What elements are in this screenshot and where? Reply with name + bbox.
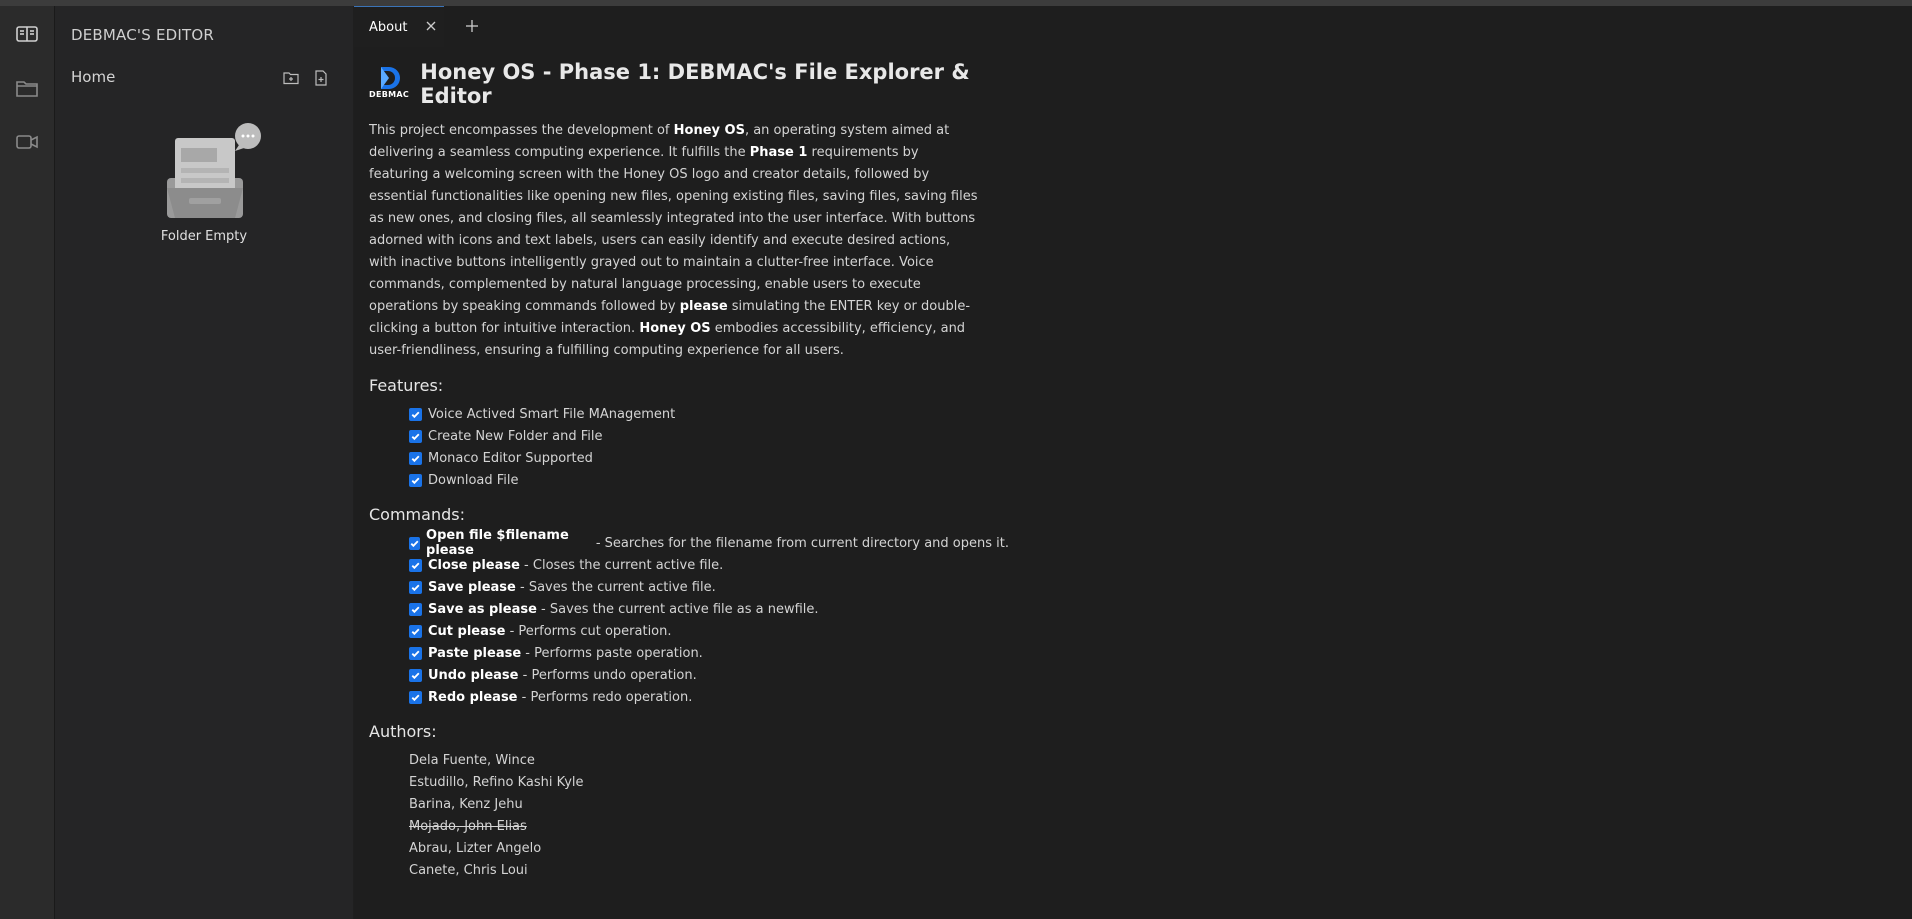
feature-item: Voice Actived Smart File MAnagement xyxy=(409,403,1009,425)
command-description: - Performs redo operation. xyxy=(517,689,693,705)
author-name: Mojado, John Elias xyxy=(409,818,527,834)
new-file-icon[interactable] xyxy=(311,68,331,88)
home-breadcrumb[interactable]: Home xyxy=(71,68,115,86)
debmac-logo: DEBMAC xyxy=(369,66,410,102)
command-description: - Saves the current active file. xyxy=(515,579,716,595)
book-icon[interactable] xyxy=(13,20,41,48)
command-phrase: Close please xyxy=(428,557,520,573)
about-content: DEBMAC Honey OS - Phase 1: DEBMAC's File… xyxy=(369,60,1009,881)
checkbox[interactable] xyxy=(409,690,422,704)
tab-about[interactable]: About xyxy=(354,6,444,47)
command-description: - Closes the current active file. xyxy=(519,557,724,573)
paragraph-text: requirements by featuring a welcoming sc… xyxy=(369,145,978,314)
folder-icon[interactable] xyxy=(13,74,41,102)
command-item: Save as please - Saves the current activ… xyxy=(409,598,1009,620)
checkbox[interactable] xyxy=(409,602,422,616)
page-title: Honey OS - Phase 1: DEBMAC's File Explor… xyxy=(420,60,970,108)
features-list: Voice Actived Smart File MAnagement Creat… xyxy=(409,403,1009,491)
features-heading: Features: xyxy=(369,376,444,395)
checkbox[interactable] xyxy=(409,536,421,550)
feature-label: Monaco Editor Supported xyxy=(428,450,593,466)
close-icon[interactable] xyxy=(422,17,440,35)
feature-item: Create New Folder and File xyxy=(409,425,1009,447)
checkbox[interactable] xyxy=(409,624,422,638)
checkbox[interactable] xyxy=(409,646,422,660)
video-icon[interactable] xyxy=(13,128,41,156)
new-folder-icon[interactable] xyxy=(281,68,301,88)
command-description: - Saves the current active file as a new… xyxy=(536,601,819,617)
emphasis-text: Honey OS xyxy=(673,123,745,138)
command-description: - Performs undo operation. xyxy=(518,667,697,683)
author-name: Estudillo, Refino Kashi Kyle xyxy=(409,774,584,790)
tab-bar: About xyxy=(354,6,1912,47)
paragraph-text: This project encompasses the development… xyxy=(369,123,674,138)
feature-item: Download File xyxy=(409,469,1009,491)
command-item: Cut please - Performs cut operation. xyxy=(409,620,1009,642)
command-description: - Performs paste operation. xyxy=(521,645,703,661)
command-phrase: Undo please xyxy=(428,667,519,683)
explorer-sidebar: DEBMAC'S EDITOR Home Folder Empty xyxy=(55,6,353,919)
command-description: - Performs cut operation. xyxy=(505,623,672,639)
command-item: Save please - Saves the current active f… xyxy=(409,576,1009,598)
emphasis-text: Honey OS xyxy=(639,321,711,336)
author-name: Dela Fuente, Wince xyxy=(409,752,535,768)
checkbox[interactable] xyxy=(409,407,422,421)
commands-heading: Commands: xyxy=(369,505,465,524)
emphasis-text: please xyxy=(679,299,728,314)
feature-item: Monaco Editor Supported xyxy=(409,447,1009,469)
command-item: Open file $filename please - Searches fo… xyxy=(409,528,1009,558)
activity-bar xyxy=(0,6,55,919)
author-name: Abrau, Lizter Angelo xyxy=(409,840,542,856)
command-phrase: Paste please xyxy=(428,645,522,661)
feature-label: Voice Actived Smart File MAnagement xyxy=(428,406,676,422)
command-phrase: Redo please xyxy=(428,689,518,705)
authors-heading: Authors: xyxy=(369,722,437,741)
command-phrase: Save please xyxy=(428,579,516,595)
commands-list: Open file $filename please - Searches fo… xyxy=(409,528,1009,708)
folder-empty-label: Folder Empty xyxy=(160,229,248,244)
checkbox[interactable] xyxy=(409,451,422,465)
sidebar-title: DEBMAC'S EDITOR xyxy=(71,26,214,44)
command-item: Close please - Closes the current active… xyxy=(409,554,1009,576)
command-description: - Searches for the filename from current… xyxy=(591,535,1009,551)
author-name: Canete, Chris Loui xyxy=(409,862,528,878)
checkbox[interactable] xyxy=(409,558,422,572)
tab-label: About xyxy=(369,19,408,35)
command-item: Paste please - Performs paste operation. xyxy=(409,642,1009,664)
checkbox[interactable] xyxy=(409,668,422,682)
feature-label: Download File xyxy=(428,472,519,488)
checkbox[interactable] xyxy=(409,580,422,594)
command-phrase: Open file $filename please xyxy=(426,528,569,558)
checkbox[interactable] xyxy=(409,429,422,443)
checkbox[interactable] xyxy=(409,473,422,487)
plus-icon[interactable] xyxy=(462,16,482,36)
authors-list: Dela Fuente, Wince Estudillo, Refino Kash… xyxy=(409,749,1009,881)
command-item: Redo please - Performs redo operation. xyxy=(409,686,1009,708)
project-description: This project encompasses the development… xyxy=(369,120,981,362)
command-item: Undo please - Performs undo operation. xyxy=(409,664,1009,686)
empty-folder-illustration xyxy=(155,116,275,236)
command-phrase: Save as please xyxy=(428,601,537,617)
editor-area: About DEBMAC Honey OS - Phase 1: DEBMAC'… xyxy=(354,6,1912,919)
author-name: Barina, Kenz Jehu xyxy=(409,796,523,812)
command-phrase: Cut please xyxy=(428,623,506,639)
emphasis-text: Phase 1 xyxy=(749,145,808,160)
feature-label: Create New Folder and File xyxy=(428,428,603,444)
